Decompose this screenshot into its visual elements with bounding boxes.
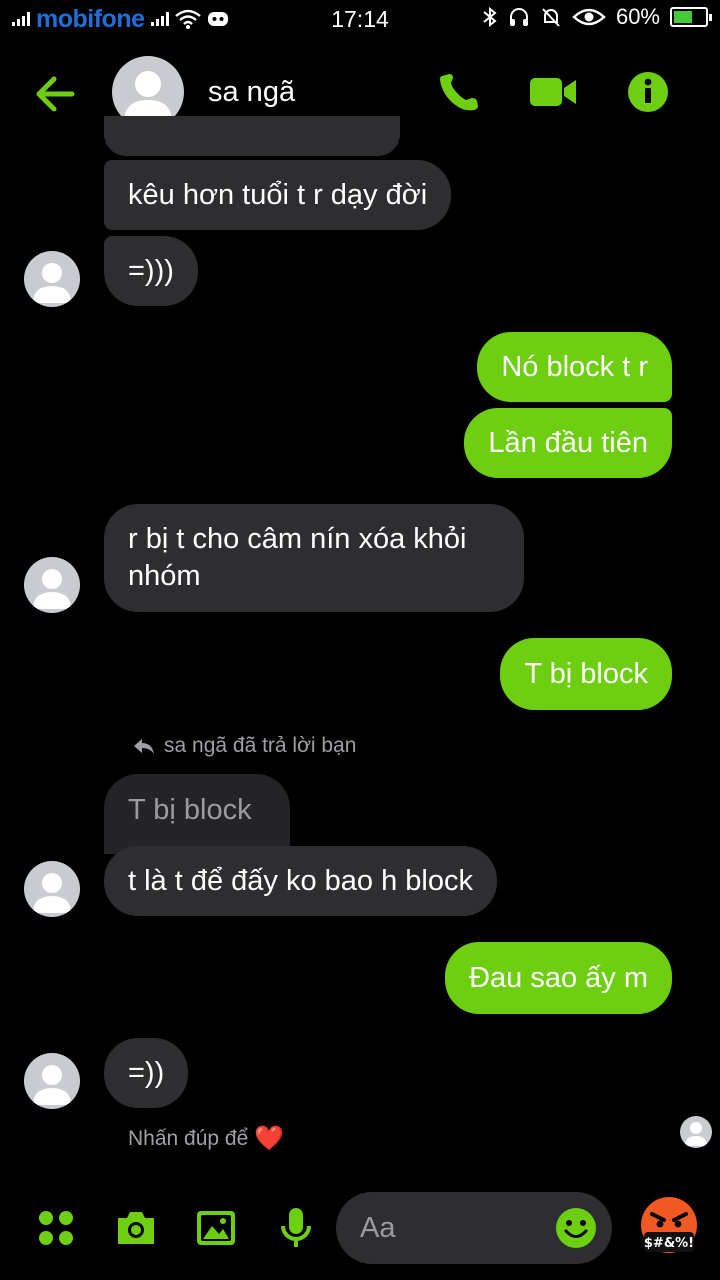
sender-avatar[interactable] <box>24 1053 80 1109</box>
eye-icon <box>572 8 606 26</box>
message-bubble-own[interactable]: T bị block <box>500 638 672 710</box>
info-icon[interactable] <box>624 70 674 114</box>
composer-bar: Aa $#&%! <box>0 1190 720 1270</box>
mute-bell-icon <box>542 8 560 27</box>
message-bubble-own[interactable]: Đau sao ấy m <box>445 942 672 1014</box>
double-tap-hint: Nhấn đúp để ❤️ <box>128 1124 284 1153</box>
hint-text: Nhấn đúp để <box>128 1126 249 1150</box>
message-text-line-2: nhóm <box>128 560 201 592</box>
microphone-icon[interactable] <box>274 1206 318 1250</box>
sender-avatar[interactable] <box>24 251 80 307</box>
quoted-text: T bị block <box>128 794 252 826</box>
sender-avatar[interactable] <box>24 861 80 917</box>
message-text-line-1: r bị t cho câm nín xóa khỏi <box>128 523 467 555</box>
message-text: t là t để đấy ko bao h block <box>128 864 473 897</box>
battery-icon <box>670 7 712 27</box>
status-bar: mobifone 17:14 60% <box>0 0 720 38</box>
headset-icon <box>509 8 528 26</box>
message-text: =)) <box>128 1056 165 1089</box>
battery-percent: 60% <box>615 4 660 29</box>
message-text: =))) <box>128 254 174 287</box>
reaction-text: $#&%! <box>644 1236 694 1251</box>
sender-avatar[interactable] <box>24 557 80 613</box>
message-input-placeholder: Aa <box>360 1212 396 1244</box>
message-text: T bị block <box>524 657 648 690</box>
message-bubble-partial[interactable] <box>104 116 400 156</box>
reply-arrow-icon <box>134 739 154 754</box>
message-input[interactable]: Aa <box>336 1192 612 1264</box>
heart-icon: ❤️ <box>254 1125 285 1152</box>
message-text: kêu hơn tuổi t r dạy đời <box>128 178 428 211</box>
emoji-icon[interactable] <box>554 1206 598 1250</box>
message-bubble-own[interactable]: Nó block t r <box>477 332 672 402</box>
quoted-message[interactable]: T bị block <box>104 774 290 854</box>
message-text: Lần đầu tiên <box>488 426 648 459</box>
camera-icon[interactable] <box>114 1206 158 1250</box>
message-bubble-own[interactable]: Lần đầu tiên <box>464 408 672 478</box>
message-text: Đau sao ấy m <box>469 961 648 994</box>
image-icon[interactable] <box>194 1206 238 1250</box>
message-bubble[interactable]: =)) <box>104 1038 189 1108</box>
message-text: Nó block t r <box>501 350 648 383</box>
message-bubble[interactable]: t là t để đấy ko bao h block <box>104 846 497 916</box>
message-bubble[interactable]: r bị t cho câm nín xóa khỏi nhóm <box>104 504 524 612</box>
apps-icon[interactable] <box>34 1206 78 1250</box>
bluetooth-icon <box>483 6 497 28</box>
back-arrow-icon[interactable] <box>32 72 78 116</box>
message-bubble[interactable]: =))) <box>104 236 198 306</box>
angry-face-icon[interactable]: $#&%! <box>638 1196 700 1258</box>
reply-note: sa ngã đã trả lời bạn <box>132 734 356 758</box>
message-bubble[interactable]: kêu hơn tuổi t r dạy đời <box>104 160 452 230</box>
video-camera-icon[interactable] <box>528 70 578 114</box>
reply-note-text: sa ngã đã trả lời bạn <box>164 734 357 757</box>
contact-name[interactable]: sa ngã <box>208 76 295 109</box>
phone-icon[interactable] <box>434 70 484 114</box>
seen-indicator-avatar <box>680 1116 712 1148</box>
